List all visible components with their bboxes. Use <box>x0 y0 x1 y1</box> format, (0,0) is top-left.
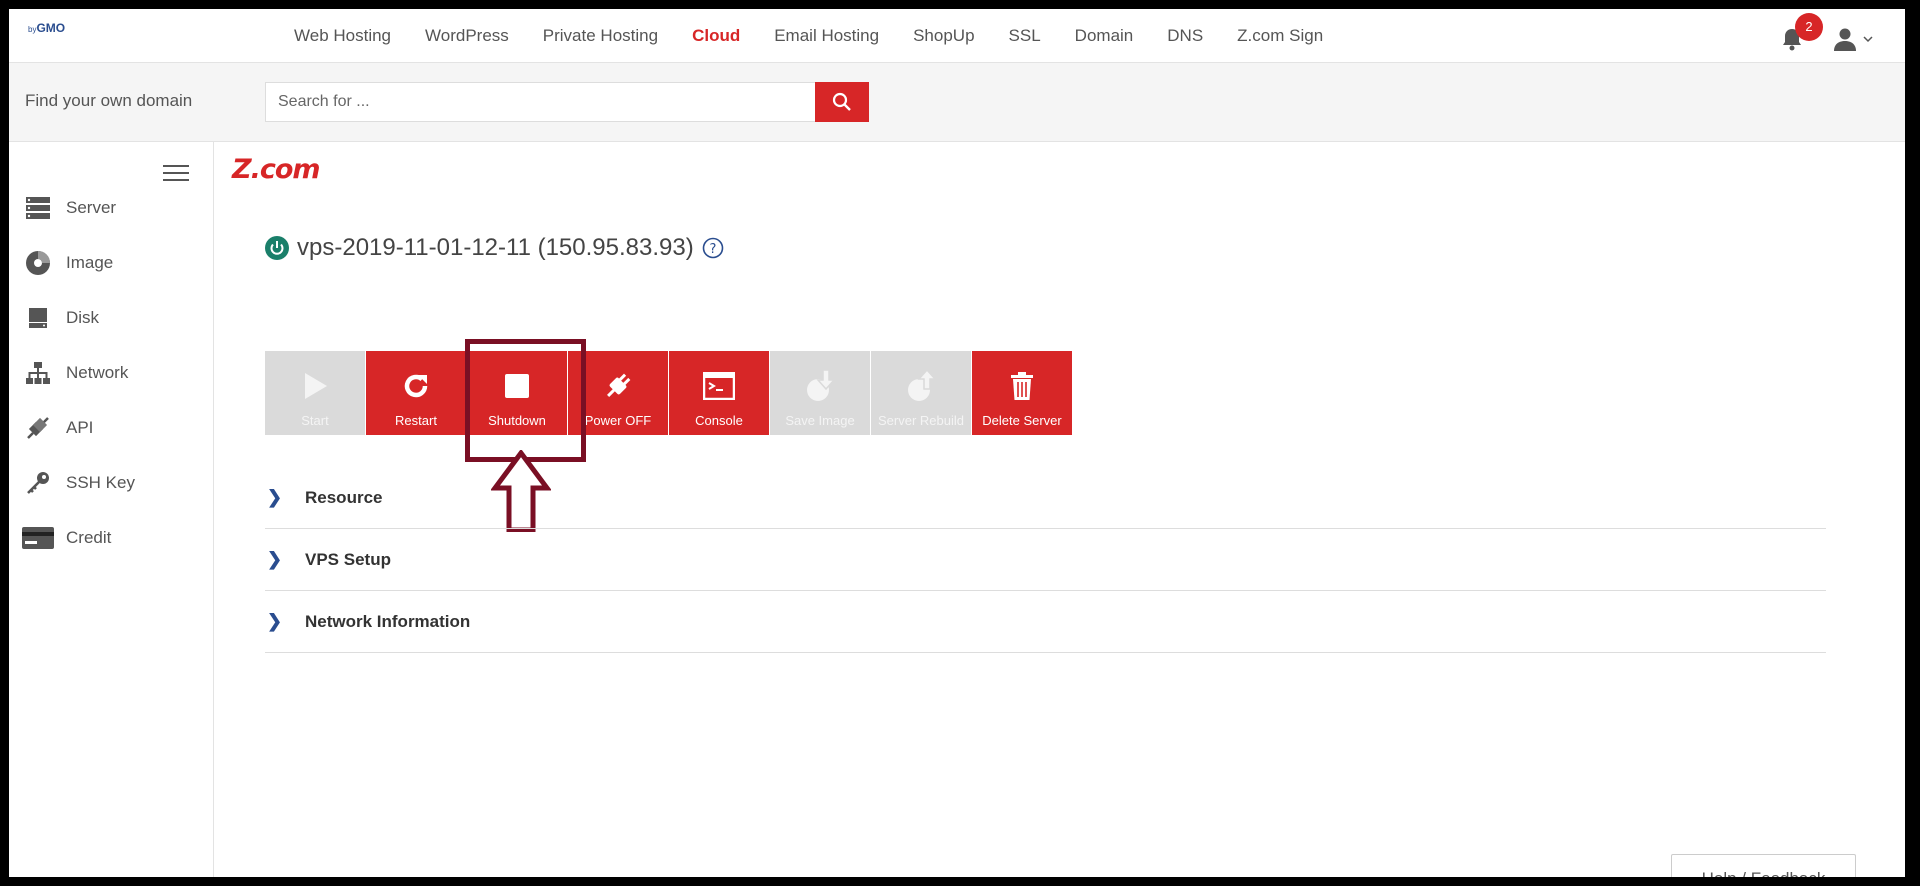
delete-server-button[interactable]: Delete Server <box>972 351 1072 435</box>
server-rebuild-button[interactable]: Server Rebuild <box>871 351 971 435</box>
console-icon <box>702 369 736 403</box>
section-resource[interactable]: ❯ Resource <box>265 467 1826 529</box>
api-icon <box>22 414 54 442</box>
top-navbar: Z.com by GMO Web Hosting WordPress Priva… <box>9 9 1905 185</box>
sidebar-item-network[interactable]: Network <box>22 358 128 388</box>
stop-icon <box>500 369 534 403</box>
svg-text:?: ? <box>709 242 716 257</box>
save-image-button[interactable]: Save Image <box>770 351 870 435</box>
find-domain-label: Find your own domain <box>25 91 193 110</box>
save-image-icon <box>803 369 837 403</box>
nav-web-hosting[interactable]: Web Hosting <box>294 26 391 46</box>
server-icon <box>22 194 54 222</box>
sidebar-item-image[interactable]: Image <box>22 248 113 278</box>
sidebar: Server Image Disk Network API SSH Key Cr… <box>9 142 214 877</box>
image-icon <box>22 249 54 277</box>
restart-button[interactable]: Restart <box>366 351 466 435</box>
search-button[interactable] <box>815 82 869 122</box>
sidebar-item-credit[interactable]: Credit <box>22 523 111 553</box>
sidebar-item-ssh-key[interactable]: SSH Key <box>22 468 135 498</box>
network-icon <box>22 359 54 387</box>
user-icon <box>1834 28 1856 51</box>
search-icon <box>832 92 851 111</box>
vps-title: vps-2019-11-01-12-11 (150.95.83.93) <box>297 234 694 261</box>
nav-zcom-sign[interactable]: Z.com Sign <box>1237 26 1323 46</box>
main-content: vps-2019-11-01-12-11 (150.95.83.93) ? St… <box>215 142 1905 877</box>
sidebar-item-api[interactable]: API <box>22 413 93 443</box>
rebuild-icon <box>904 369 938 403</box>
nav-private-hosting[interactable]: Private Hosting <box>543 26 658 46</box>
nav-cloud[interactable]: Cloud <box>692 26 740 46</box>
vps-details-accordion: ❯ Resource ❯ VPS Setup ❯ Network Informa… <box>265 467 1826 653</box>
server-actions-toolbar: Start Restart Shutdown Power OFF Console… <box>265 351 1073 435</box>
main-nav: Web Hosting WordPress Private Hosting Cl… <box>294 9 1357 63</box>
chevron-down-icon <box>1863 36 1873 43</box>
nav-ssl[interactable]: SSL <box>1009 26 1041 46</box>
start-button[interactable]: Start <box>265 351 365 435</box>
plug-icon <box>601 369 635 403</box>
nav-wordpress[interactable]: WordPress <box>425 26 509 46</box>
key-icon <box>22 469 54 497</box>
sidebar-item-server[interactable]: Server <box>22 193 116 223</box>
app-frame: Z.com by GMO Web Hosting WordPress Priva… <box>9 9 1905 877</box>
credit-card-icon <box>22 524 54 552</box>
restart-icon <box>399 369 433 403</box>
notification-badge: 2 <box>1795 13 1823 41</box>
domain-search-band: Find your own domain <box>9 63 1905 142</box>
shutdown-button[interactable]: Shutdown <box>467 351 567 435</box>
sidebar-item-disk[interactable]: Disk <box>22 303 99 333</box>
power-status-icon <box>265 236 289 260</box>
help-icon[interactable]: ? <box>702 237 724 259</box>
play-icon <box>298 369 332 403</box>
hamburger-menu-icon[interactable] <box>163 165 189 185</box>
section-network-information[interactable]: ❯ Network Information <box>265 591 1826 653</box>
disk-icon <box>22 304 54 332</box>
nav-dns[interactable]: DNS <box>1167 26 1203 46</box>
chevron-right-icon: ❯ <box>267 549 283 569</box>
nav-email-hosting[interactable]: Email Hosting <box>774 26 879 46</box>
section-vps-setup[interactable]: ❯ VPS Setup <box>265 529 1826 591</box>
user-menu[interactable] <box>1833 26 1875 52</box>
chevron-right-icon: ❯ <box>267 487 283 507</box>
nav-shopup[interactable]: ShopUp <box>913 26 974 46</box>
nav-domain[interactable]: Domain <box>1075 26 1134 46</box>
trash-icon <box>1005 369 1039 403</box>
console-button[interactable]: Console <box>669 351 769 435</box>
domain-search-input[interactable] <box>265 82 816 122</box>
vps-header: vps-2019-11-01-12-11 (150.95.83.93) ? <box>265 234 724 262</box>
power-off-button[interactable]: Power OFF <box>568 351 668 435</box>
help-feedback-button[interactable]: Help / Feedback <box>1671 854 1856 877</box>
zcom-logo[interactable]: Z.com by GMO <box>26 21 321 185</box>
chevron-right-icon: ❯ <box>267 611 283 631</box>
